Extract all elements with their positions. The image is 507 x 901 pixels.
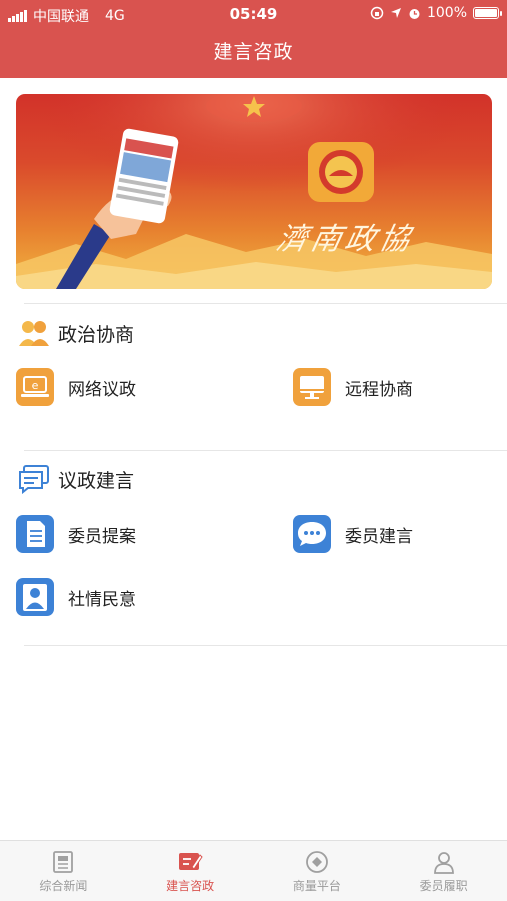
status-bar: 中国联通 4G 05:49 100% [0,0,507,28]
tab-label: 建言咨政 [166,879,215,893]
chat-bubbles-icon [19,465,49,494]
section-header-political-consultation: 政治协商 [18,318,134,348]
banner-image[interactable]: 濟南政協 [16,94,492,289]
page-title: 建言咨政 [213,41,294,63]
nav-bar: 建言咨政 [0,28,507,78]
remote-consultation-button[interactable]: 远程协商 [293,368,413,406]
tab-member-duties[interactable]: 委员履职 [380,841,507,901]
user-icon [433,852,454,874]
tab-label: 委员履职 [419,879,468,893]
tab-news[interactable]: 综合新闻 [0,841,127,901]
svg-text:e: e [32,379,39,392]
divider [24,450,507,451]
section-title: 议政建言 [58,469,135,492]
public-opinion-button[interactable]: 社情民意 [16,578,136,616]
tab-label: 综合新闻 [39,879,88,893]
people-group-icon [19,321,49,346]
item-label: 委员建言 [345,526,413,547]
battery-percent: 100% [426,5,467,21]
location-icon [390,8,401,18]
banner-illustration [16,94,492,289]
monitor-icon [293,368,331,406]
section-title: 政治协商 [58,323,135,346]
member-advice-button[interactable]: 委员建言 [293,515,413,553]
person-icon [16,578,54,616]
tab-discussion-platform[interactable]: 商量平台 [254,841,381,901]
newspaper-icon [53,851,74,873]
item-label: 远程协商 [345,379,413,400]
tab-bar: 综合新闻 建言咨政 商量平台 委员履职 [0,840,507,901]
section-header-advice: 议政建言 [18,464,134,494]
battery-icon [473,7,502,19]
orientation-lock-icon [370,6,384,20]
item-label: 社情民意 [68,589,136,610]
online-deliberation-button[interactable]: e 网络议政 [16,368,136,406]
item-label: 委员提案 [68,526,136,547]
tab-advice[interactable]: 建言咨政 [127,841,254,901]
alarm-icon [409,8,420,19]
cppcc-emblem [308,142,374,202]
item-label: 网络议政 [68,379,136,400]
divider [24,645,507,646]
document-icon [16,515,54,553]
divider [24,303,507,304]
discuss-icon [305,851,328,873]
laptop-icon: e [16,368,54,406]
chat-bubble-icon [293,515,331,553]
compose-icon [179,853,203,870]
member-proposal-button[interactable]: 委员提案 [16,515,136,553]
tab-label: 商量平台 [292,879,341,893]
banner-calligraphy: 濟南政協 [273,222,417,257]
